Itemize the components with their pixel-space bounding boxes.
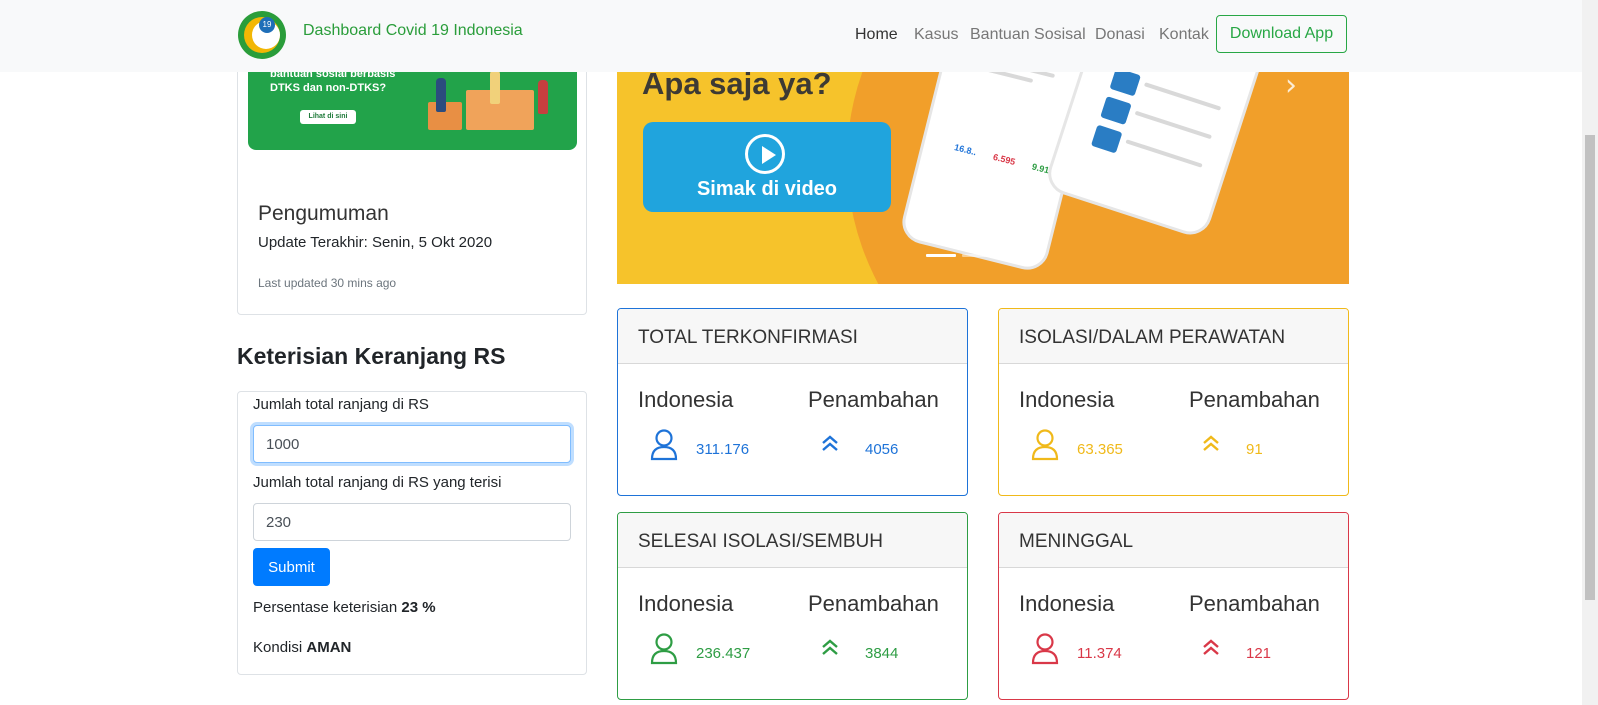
increase-value: 91 — [1246, 441, 1263, 458]
condition-label: Kondisi — [253, 639, 303, 656]
submit-button[interactable]: Submit — [253, 548, 330, 586]
promo-person-illustration — [436, 78, 446, 112]
total-value: 63.365 — [1077, 441, 1123, 458]
brand-logo[interactable]: 19 — [238, 11, 286, 59]
filled-beds-input[interactable] — [253, 503, 571, 541]
logo-number: 19 — [259, 17, 275, 33]
announcement-title: Pengumuman — [258, 202, 389, 225]
percentage-value: 23 % — [401, 599, 436, 616]
increase-value: 3844 — [865, 645, 899, 662]
page-scrollbar[interactable] — [1582, 0, 1598, 705]
nav-kontak[interactable]: Kontak — [1159, 26, 1209, 44]
watch-video-button[interactable]: Simak di video — [643, 122, 891, 212]
nav-kasus[interactable]: Kasus — [914, 26, 958, 44]
filled-beds-label: Jumlah total ranjang di RS yang terisi — [253, 474, 502, 491]
nav-home[interactable]: Home — [855, 26, 898, 44]
double-chevron-up-icon — [1203, 639, 1219, 655]
increase-value: 4056 — [865, 441, 899, 458]
increase-label: Penambahan — [1189, 387, 1320, 412]
navbar: 19 Dashboard Covid 19 Indonesia Home Kas… — [0, 0, 1582, 72]
bed-occupancy-title: Keterisian Keranjang RS — [237, 343, 506, 369]
increase-label: Penambahan — [808, 387, 939, 412]
card-title: MENINGGAL — [1019, 531, 1134, 552]
total-value: 311.176 — [696, 441, 750, 458]
indonesia-label: Indonesia — [638, 387, 734, 412]
person-icon — [1031, 429, 1059, 461]
carousel-banner[interactable]: Apa saja ya? Simak di video 16.8.. 6.595… — [617, 40, 1349, 284]
scrollbar-thumb[interactable] — [1585, 135, 1595, 600]
indonesia-label: Indonesia — [1019, 387, 1115, 412]
percentage-result: Persentase keterisian 23 % — [253, 599, 436, 616]
total-beds-label: Jumlah total ranjang di RS — [253, 396, 429, 413]
increase-label: Penambahan — [808, 591, 939, 616]
stat-card-isolation: ISOLASI/DALAM PERAWATAN Indonesia Penamb… — [998, 308, 1349, 496]
total-beds-input[interactable] — [253, 425, 571, 463]
carousel-indicator[interactable] — [962, 254, 992, 257]
promo-text-2: DTKS dan non-DTKS? — [270, 82, 387, 94]
card-header: ISOLASI/DALAM PERAWATAN — [999, 309, 1348, 364]
indonesia-label: Indonesia — [638, 591, 734, 616]
card-header: SELESAI ISOLASI/SEMBUH — [618, 513, 967, 568]
brand-title[interactable]: Dashboard Covid 19 Indonesia — [303, 22, 523, 40]
download-app-button[interactable]: Download App — [1216, 15, 1347, 53]
promo-person-illustration — [490, 70, 500, 104]
play-icon — [745, 134, 785, 174]
watch-video-label: Simak di video — [696, 178, 838, 200]
total-value: 236.437 — [696, 645, 751, 662]
total-value: 11.374 — [1077, 645, 1122, 662]
carousel-next-icon[interactable]: › — [1285, 68, 1297, 103]
person-icon — [650, 429, 678, 461]
card-title: TOTAL TERKONFIRMASI — [638, 327, 858, 348]
promo-box-illustration — [466, 90, 534, 130]
double-chevron-up-icon — [822, 639, 838, 655]
indonesia-label: Indonesia — [1019, 591, 1115, 616]
promo-person-illustration — [538, 80, 548, 114]
person-icon — [1031, 633, 1059, 665]
stat-card-deaths: MENINGGAL Indonesia Penambahan 11.374 12… — [998, 512, 1349, 700]
nav-donasi[interactable]: Donasi — [1095, 26, 1145, 44]
double-chevron-up-icon — [1203, 435, 1219, 451]
condition-result: Kondisi AMAN — [253, 639, 351, 656]
announcement-update: Update Terakhir: Senin, 5 Okt 2020 — [258, 234, 493, 251]
increase-label: Penambahan — [1189, 591, 1320, 616]
announcement-last-updated: Last updated 30 mins ago — [258, 276, 397, 290]
card-title: SELESAI ISOLASI/SEMBUH — [638, 531, 883, 552]
stat-card-confirmed: TOTAL TERKONFIRMASI Indonesia Penambahan… — [617, 308, 968, 496]
double-chevron-up-icon — [822, 435, 838, 451]
card-title: ISOLASI/DALAM PERAWATAN — [1019, 327, 1286, 348]
condition-value: AMAN — [306, 639, 352, 656]
stat-card-recovered: SELESAI ISOLASI/SEMBUH Indonesia Penamba… — [617, 512, 968, 700]
carousel-indicator-active[interactable] — [926, 254, 956, 257]
increase-value: 121 — [1246, 645, 1272, 662]
card-header: TOTAL TERKONFIRMASI — [618, 309, 967, 364]
person-icon — [650, 633, 678, 665]
nav-bantuan-sosial[interactable]: Bantuan Sosisal — [970, 26, 1086, 44]
promo-button[interactable]: Lihat di sini — [300, 110, 356, 124]
percentage-label: Persentase keterisian — [253, 599, 398, 616]
card-header: MENINGGAL — [999, 513, 1348, 568]
